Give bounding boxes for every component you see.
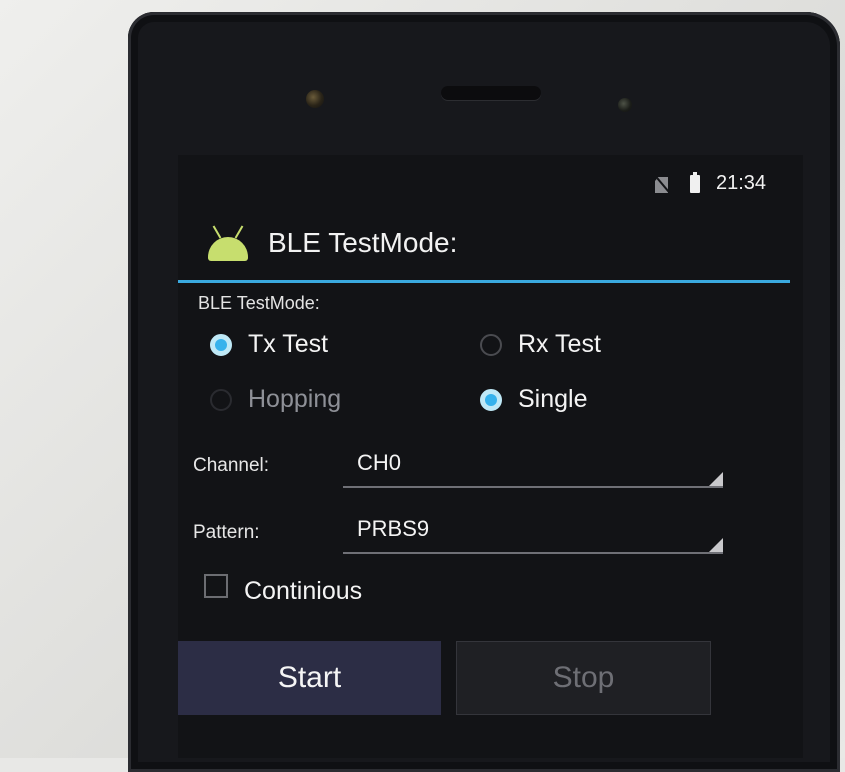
stop-button: Stop [456,641,711,715]
no-sim-icon [655,177,668,193]
radio-indicator [480,388,502,411]
channel-spinner[interactable]: CH0 [343,450,723,488]
front-camera [306,90,324,108]
dropdown-arrow-icon [709,472,723,486]
radio-label: Hopping [248,385,342,413]
pattern-spinner[interactable]: PRBS9 [343,516,723,554]
status-clock: 21:34 [716,172,767,194]
action-bar: BLE TestMode: [178,215,803,281]
section-label: BLE TestMode: [198,293,320,313]
channel-label: Channel: [193,455,270,476]
pattern-value: PRBS9 [357,516,430,541]
radio-indicator [210,388,232,411]
radio-label: Tx Test [248,330,329,358]
dropdown-arrow-icon [709,538,723,552]
radio-single[interactable]: Single [480,385,588,414]
radio-indicator [210,333,232,356]
proximity-sensor [618,98,632,112]
battery-icon [690,172,700,193]
radio-label: Single [518,385,588,413]
radio-label: Rx Test [518,330,601,358]
radio-hopping: Hopping [210,385,341,414]
radio-indicator [480,333,502,356]
continuous-checkbox[interactable]: Continious [204,573,363,606]
status-bar: 21:34 [178,155,803,215]
phone-screen: 21:34 BLE TestMode: BLE TestMode: Tx Tes… [178,155,803,758]
channel-value: CH0 [357,450,402,475]
radio-rx-test[interactable]: Rx Test [480,330,601,359]
android-icon [208,223,248,261]
checkbox-label: Continious [244,577,363,605]
earpiece-speaker [441,86,541,100]
checkbox-box [204,573,228,598]
start-button[interactable]: Start [178,641,441,715]
action-bar-divider [178,280,790,283]
app-title: BLE TestMode: [268,227,458,258]
pattern-label: Pattern: [193,522,260,543]
radio-tx-test[interactable]: Tx Test [210,330,328,359]
